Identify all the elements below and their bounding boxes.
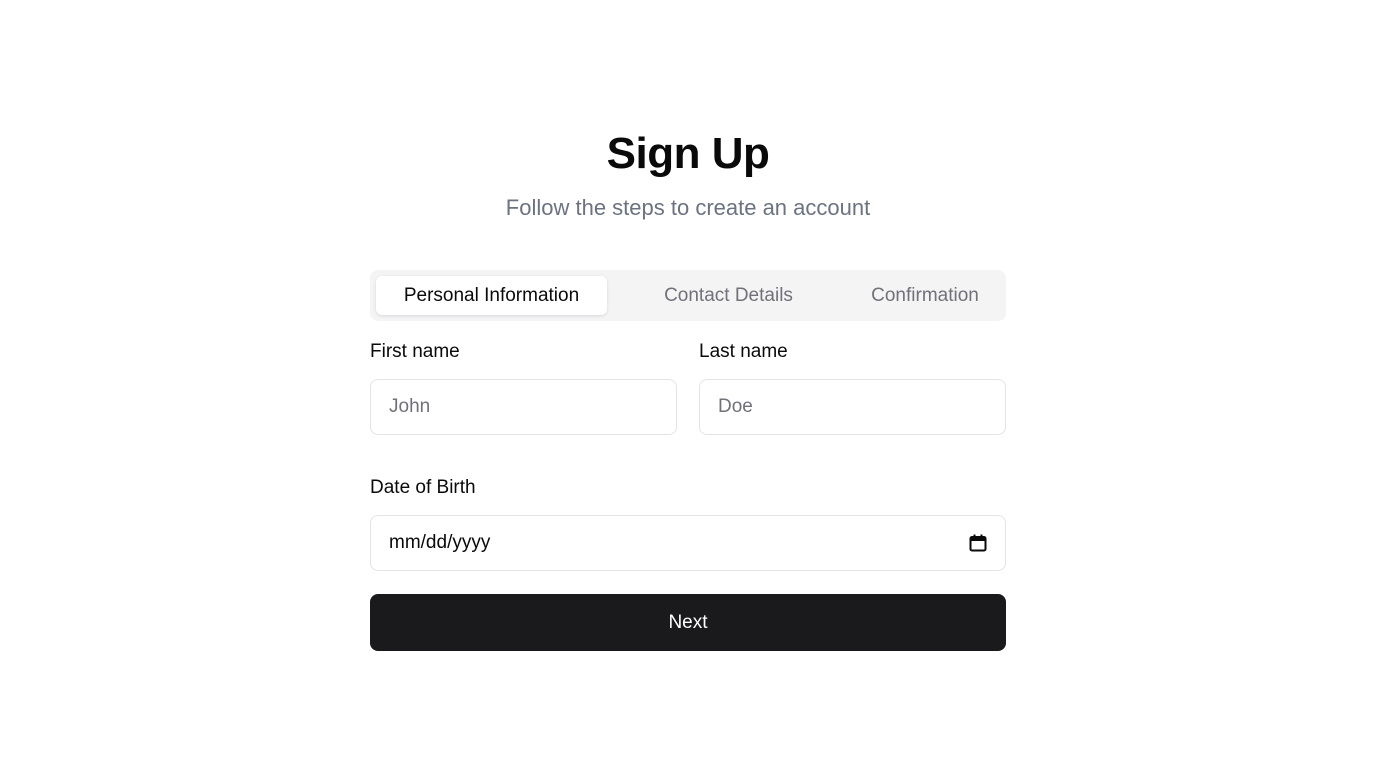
- last-name-group: Last name: [699, 340, 1006, 435]
- first-name-field-wrapper: [370, 379, 677, 435]
- page-subtitle: Follow the steps to create an account: [505, 195, 871, 220]
- first-name-field[interactable]: [389, 396, 658, 418]
- dob-field[interactable]: mm/dd/yyyy: [370, 515, 1006, 571]
- tab-contact-details[interactable]: Contact Details: [624, 276, 834, 315]
- tab-personal-information[interactable]: Personal Information: [376, 276, 607, 315]
- dob-value: mm/dd/yyyy: [389, 532, 491, 553]
- calendar-icon[interactable]: [969, 534, 987, 552]
- next-button[interactable]: Next: [370, 594, 1006, 651]
- last-name-field[interactable]: [718, 396, 987, 418]
- last-name-field-wrapper: [699, 379, 1006, 435]
- signup-form: Personal Information Contact Details Con…: [370, 270, 1006, 651]
- dob-group: Date of Birth mm/dd/yyyy: [370, 476, 1006, 571]
- first-name-label: First name: [370, 341, 460, 362]
- dob-row: Date of Birth mm/dd/yyyy: [370, 476, 1006, 571]
- page-title: Sign Up: [606, 129, 770, 178]
- name-row: First name Last name: [370, 340, 1006, 435]
- page-header: Sign Up Follow the steps to create an ac…: [0, 126, 1376, 222]
- dob-label: Date of Birth: [370, 477, 476, 498]
- tab-confirmation[interactable]: Confirmation: [850, 276, 1000, 315]
- first-name-group: First name: [370, 340, 677, 435]
- signup-page: Sign Up Follow the steps to create an ac…: [0, 0, 1376, 768]
- step-tabs: Personal Information Contact Details Con…: [370, 270, 1006, 321]
- last-name-label: Last name: [699, 341, 788, 362]
